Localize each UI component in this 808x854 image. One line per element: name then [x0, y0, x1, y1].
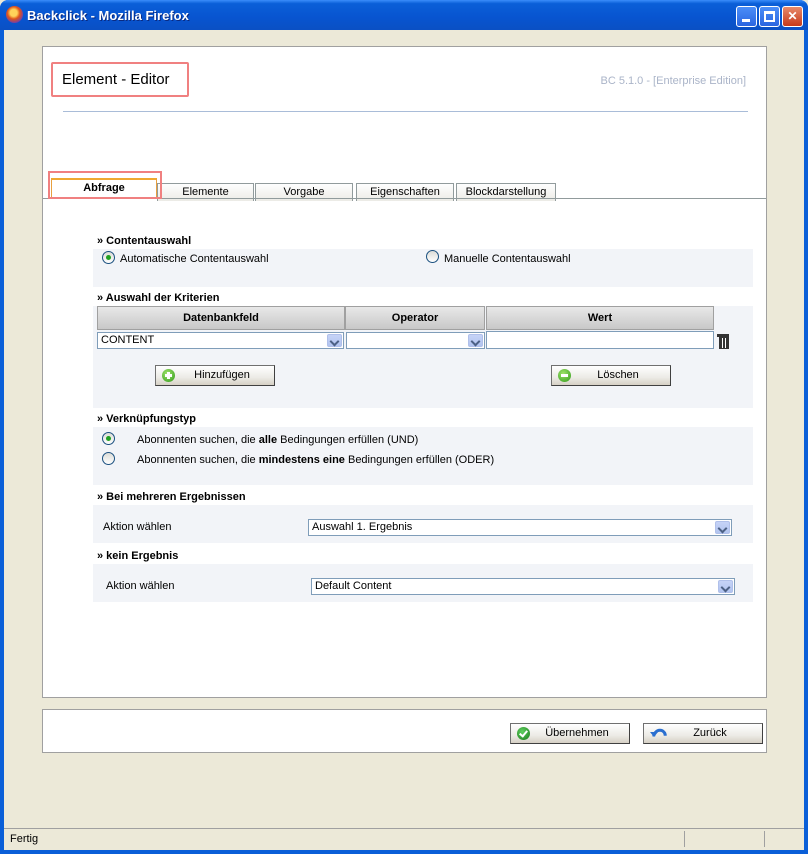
- maximize-button[interactable]: [759, 6, 780, 27]
- multiple-results-body: Aktion wählen Auswahl 1. Ergebnis: [93, 505, 753, 543]
- multiple-results-action-label: Aktion wählen: [103, 521, 172, 533]
- and-option-text-bold: alle: [258, 434, 278, 446]
- no-result-select-value: Default Content: [315, 580, 392, 592]
- link-type-body: Abonnenten suchen, die alle Bedingungen …: [93, 427, 753, 485]
- editor-panel: Element - Editor BC 5.1.0 - [Enterprise …: [42, 46, 767, 698]
- column-header-datenbankfeld: Datenbankfeld: [97, 306, 345, 330]
- operator-select[interactable]: [346, 332, 485, 349]
- field-select[interactable]: CONTENT: [97, 332, 344, 349]
- auto-content-label: Automatische Contentauswahl: [120, 253, 269, 265]
- chevron-down-icon[interactable]: [468, 334, 483, 347]
- status-separator: [764, 831, 765, 847]
- no-result-select[interactable]: Default Content: [311, 578, 735, 595]
- criteria-body: Datenbankfeld Operator Wert CONTENT Hinz…: [93, 306, 753, 408]
- minus-icon: [558, 369, 571, 382]
- and-option-label: Abonnenten suchen, die alle Bedingungen …: [137, 434, 418, 446]
- back-button[interactable]: Zurück: [643, 723, 763, 744]
- and-option-text-post: Bedingungen erfüllen (UND): [277, 434, 419, 446]
- no-result-action-label: Aktion wählen: [106, 580, 175, 592]
- no-result-body: Aktion wählen Default Content: [93, 564, 753, 602]
- section-title: » Contentauswahl: [97, 235, 192, 247]
- action-bar: Übernehmen Zurück: [42, 709, 767, 753]
- criteria-section: » Auswahl der Kriterien Datenbankfeld Op…: [93, 290, 753, 408]
- and-radio[interactable]: [102, 432, 115, 445]
- apply-button[interactable]: Übernehmen: [510, 723, 630, 744]
- firefox-icon: [6, 6, 23, 23]
- section-title: » Auswahl der Kriterien: [97, 292, 220, 304]
- close-button[interactable]: ✕: [782, 6, 803, 27]
- column-header-wert: Wert: [486, 306, 714, 330]
- section-title: » Bei mehreren Ergebnissen: [97, 491, 246, 503]
- multiple-results-select-value: Auswahl 1. Ergebnis: [312, 521, 413, 533]
- window-title: Backclick - Mozilla Firefox: [27, 8, 189, 23]
- back-button-label: Zurück: [693, 727, 727, 739]
- auto-content-radio[interactable]: [102, 251, 115, 264]
- check-icon: [517, 727, 530, 740]
- version-label: BC 5.1.0 - [Enterprise Edition]: [600, 75, 746, 87]
- or-radio[interactable]: [102, 452, 115, 465]
- or-option-label: Abonnenten suchen, die mindestens eine B…: [137, 454, 494, 466]
- undo-arrow-icon: [650, 727, 663, 740]
- delete-button[interactable]: Löschen: [551, 365, 671, 386]
- tab-abfrage[interactable]: Abfrage: [51, 178, 157, 199]
- trash-icon[interactable]: [717, 334, 729, 349]
- apply-button-label: Übernehmen: [545, 727, 609, 739]
- multiple-results-select[interactable]: Auswahl 1. Ergebnis: [308, 519, 732, 536]
- or-option-text-bold: mindestens eine: [258, 454, 345, 466]
- section-title: » kein Ergebnis: [97, 550, 179, 562]
- field-select-value: CONTENT: [101, 334, 155, 346]
- tab-bar: Abfrage Elemente Vorgabe Eigenschaften B…: [43, 178, 766, 201]
- chevron-down-icon[interactable]: [327, 334, 342, 347]
- content-selection-body: Automatische Contentauswahl Manuelle Con…: [93, 249, 753, 287]
- no-result-section: » kein Ergebnis Aktion wählen Default Co…: [93, 548, 753, 602]
- column-header-operator: Operator: [345, 306, 485, 330]
- or-option-text-post: Bedingungen erfüllen (ODER): [344, 454, 495, 466]
- status-bar: Fertig: [4, 828, 804, 848]
- chevron-down-icon[interactable]: [718, 580, 733, 593]
- minimize-button[interactable]: [736, 6, 757, 27]
- section-title: » Verknüpfungstyp: [97, 413, 197, 425]
- manual-content-label: Manuelle Contentauswahl: [444, 253, 571, 265]
- browser-content: Element - Editor BC 5.1.0 - [Enterprise …: [4, 30, 804, 850]
- content-selection-section: » Contentauswahl Automatische Contentaus…: [93, 233, 753, 287]
- chevron-down-icon[interactable]: [715, 521, 730, 534]
- link-type-section: » Verknüpfungstyp Abonnenten suchen, die…: [93, 411, 753, 485]
- add-button[interactable]: Hinzufügen: [155, 365, 275, 386]
- multiple-results-section: » Bei mehreren Ergebnissen Aktion wählen…: [93, 489, 753, 543]
- page-title: Element - Editor: [51, 62, 189, 97]
- browser-window: Backclick - Mozilla Firefox ✕ Element - …: [0, 0, 808, 854]
- status-separator: [684, 831, 685, 847]
- manual-content-radio[interactable]: [426, 250, 439, 263]
- add-button-label: Hinzufügen: [194, 369, 250, 381]
- or-option-text-pre: Abonnenten suchen, die: [137, 454, 259, 466]
- title-bar[interactable]: Backclick - Mozilla Firefox ✕: [0, 0, 808, 30]
- status-text: Fertig: [10, 833, 39, 845]
- plus-icon: [162, 369, 175, 382]
- header-divider: [63, 111, 748, 112]
- delete-button-label: Löschen: [597, 369, 639, 381]
- and-option-text-pre: Abonnenten suchen, die: [137, 434, 259, 446]
- value-input[interactable]: [486, 331, 714, 349]
